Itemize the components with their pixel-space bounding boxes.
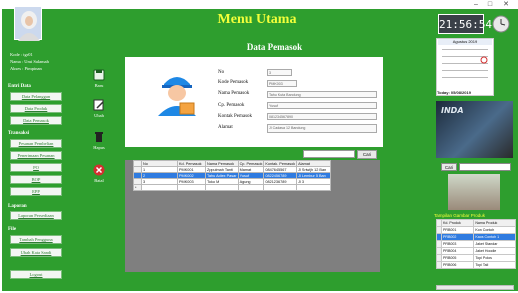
user-nama: Nama : Umi Salamah [10, 59, 49, 64]
table-row[interactable]: PRB005 Topi Polos [436, 254, 516, 262]
supplier-table: No Kd. Pemasok Nama Pemasok Cp. Pemasok … [133, 160, 332, 191]
user-kode: Kode : tgr01 [10, 52, 33, 57]
calendar-today[interactable]: Today: 05/08/2019 [437, 90, 493, 95]
table-cell[interactable]: PRB005 [440, 254, 475, 262]
table-cell[interactable]: PRB002 [440, 233, 475, 241]
cari-button[interactable]: Cari [441, 163, 457, 171]
edit-icon [93, 99, 104, 111]
table-cell[interactable]: PRB006 [440, 261, 475, 269]
sidebar-item-penerimaan[interactable]: Penerimaan Pesanan [10, 151, 62, 160]
sidebar-item-epp[interactable]: EPP [10, 187, 62, 196]
nama-pemasok-label: Nama Pemasok [218, 91, 250, 96]
table-row[interactable]: PRB006 Topi Tali [436, 261, 516, 269]
supplier-illustration-icon [152, 66, 202, 116]
new-button[interactable]: Baru [89, 69, 109, 88]
table-row[interactable]: PRB001 Kon Contoh [436, 226, 516, 234]
table-cell[interactable]: Jaket Standar [473, 240, 516, 248]
new-button-label: Baru [94, 83, 104, 88]
section-title: Data Pemasok [246, 42, 303, 52]
product-image-text: INDA [441, 106, 464, 115]
user-akses: Akses : Pimpinan [10, 66, 42, 71]
sidebar-heading-entri: Entri Data [8, 84, 31, 89]
sidebar-item-pesanan-pembelian[interactable]: Pesanan Pembelian [10, 139, 62, 148]
search-button[interactable]: Cari [357, 150, 377, 159]
table-cell[interactable]: Kaos Contoh 1 [473, 233, 516, 241]
alamat-field[interactable]: Jl Cadasa 12 Bandung [267, 124, 377, 133]
cp-pemasok-field[interactable]: Yusuf [267, 102, 377, 109]
cancel-button[interactable]: Batal [89, 164, 109, 183]
avatar [14, 6, 42, 41]
kontak-pemasok-field[interactable]: 081234567890 [267, 113, 377, 120]
product-table-caption: Tampilan Gambar Produk [434, 213, 486, 218]
cancel-button-label: Batal [94, 178, 104, 183]
sidebar-item-data-pemasok[interactable]: Data Pemasok [10, 116, 62, 125]
product-table: Kd. Produk Nama Produk PRB001 Kon Contoh … [436, 219, 516, 269]
calendar-grid[interactable] [440, 47, 490, 87]
maximize-button[interactable]: □ [484, 0, 496, 9]
person-image [448, 174, 500, 210]
sidebar-item-data-produk[interactable]: Data Produk [10, 104, 62, 113]
table-row[interactable]: PRB003 Jaket Standar [436, 240, 516, 248]
column-header[interactable]: Kd. Produk [440, 219, 475, 227]
table-new-row[interactable]: * [133, 184, 332, 191]
sidebar-item-tambah-pengguna[interactable]: Tambah Pengguna [10, 235, 62, 244]
trash-icon [95, 132, 103, 142]
table-cell[interactable]: Topi Tali [473, 261, 516, 269]
cancel-icon [93, 164, 105, 176]
sidebar-heading-file: File [8, 227, 17, 232]
sidebar-item-bop[interactable]: BOP [10, 175, 62, 184]
close-button[interactable]: ✕ [500, 0, 512, 9]
sidebar-item-data-pelanggan[interactable]: Data Pelanggan [10, 92, 62, 101]
column-header[interactable]: Nama Produk [473, 219, 516, 227]
kode-pemasok-field[interactable]: PMK003 [267, 80, 297, 87]
table-cell[interactable]: PRB004 [440, 247, 475, 255]
sidebar-heading-transaksi: Transaksi [8, 131, 30, 136]
kode-pemasok-label: Kode Pemasok [218, 80, 249, 85]
logout-button[interactable]: Logout [10, 270, 62, 279]
analog-clock-icon [490, 14, 512, 34]
table-row-selected[interactable]: PRB002 Kaos Contoh 1 [436, 233, 516, 241]
user-photo-icon [18, 11, 40, 41]
table-cell[interactable]: Jaket Hoodie [473, 247, 516, 255]
sidebar-item-laporan-persediaan[interactable]: Laporan Persediaan [10, 211, 62, 220]
table-cell[interactable]: Kon Contoh [473, 226, 516, 234]
sidebar-item-po[interactable]: PO [10, 163, 62, 172]
sidebar-heading-laporan: Laporan [8, 204, 27, 209]
cari-input[interactable] [459, 163, 511, 171]
table-row[interactable]: PRB004 Jaket Hoodie [436, 247, 516, 255]
search-input[interactable] [303, 150, 355, 158]
no-label: No [218, 70, 225, 75]
table-cell[interactable]: Topi Polos [473, 254, 516, 262]
save-icon [93, 69, 105, 81]
sidebar-item-ubah-kata-sandi[interactable]: Ubah Kata Sandi [10, 248, 62, 257]
kontak-pemasok-label: Kontak Pemasok [218, 114, 253, 119]
window-titlebar [0, 0, 518, 9]
no-field[interactable]: 3 [267, 69, 292, 76]
nama-pemasok-field[interactable]: Tahu Kuta Bandung [267, 91, 377, 98]
calendar-month[interactable]: Agustus 2019 [438, 39, 492, 45]
horizontal-scrollbar[interactable] [436, 285, 514, 290]
delete-button[interactable]: Hapus [89, 131, 109, 150]
new-row-marker: * [133, 184, 142, 191]
delete-button-label: Hapus [93, 145, 105, 150]
minimize-button[interactable]: – [470, 0, 482, 9]
table-cell[interactable]: PRB003 [440, 240, 475, 248]
table-cell[interactable]: PRB001 [440, 226, 475, 234]
edit-button-label: Ubah [94, 113, 104, 118]
page-title: Menu Utama [217, 12, 297, 27]
table-header-row: Kd. Produk Nama Produk [436, 219, 516, 227]
edit-button[interactable]: Ubah [89, 99, 109, 118]
cp-pemasok-label: Cp. Pemasok [218, 103, 245, 108]
clock-display: 21:56:54 [438, 14, 492, 34]
alamat-label: Alamat [218, 125, 233, 130]
